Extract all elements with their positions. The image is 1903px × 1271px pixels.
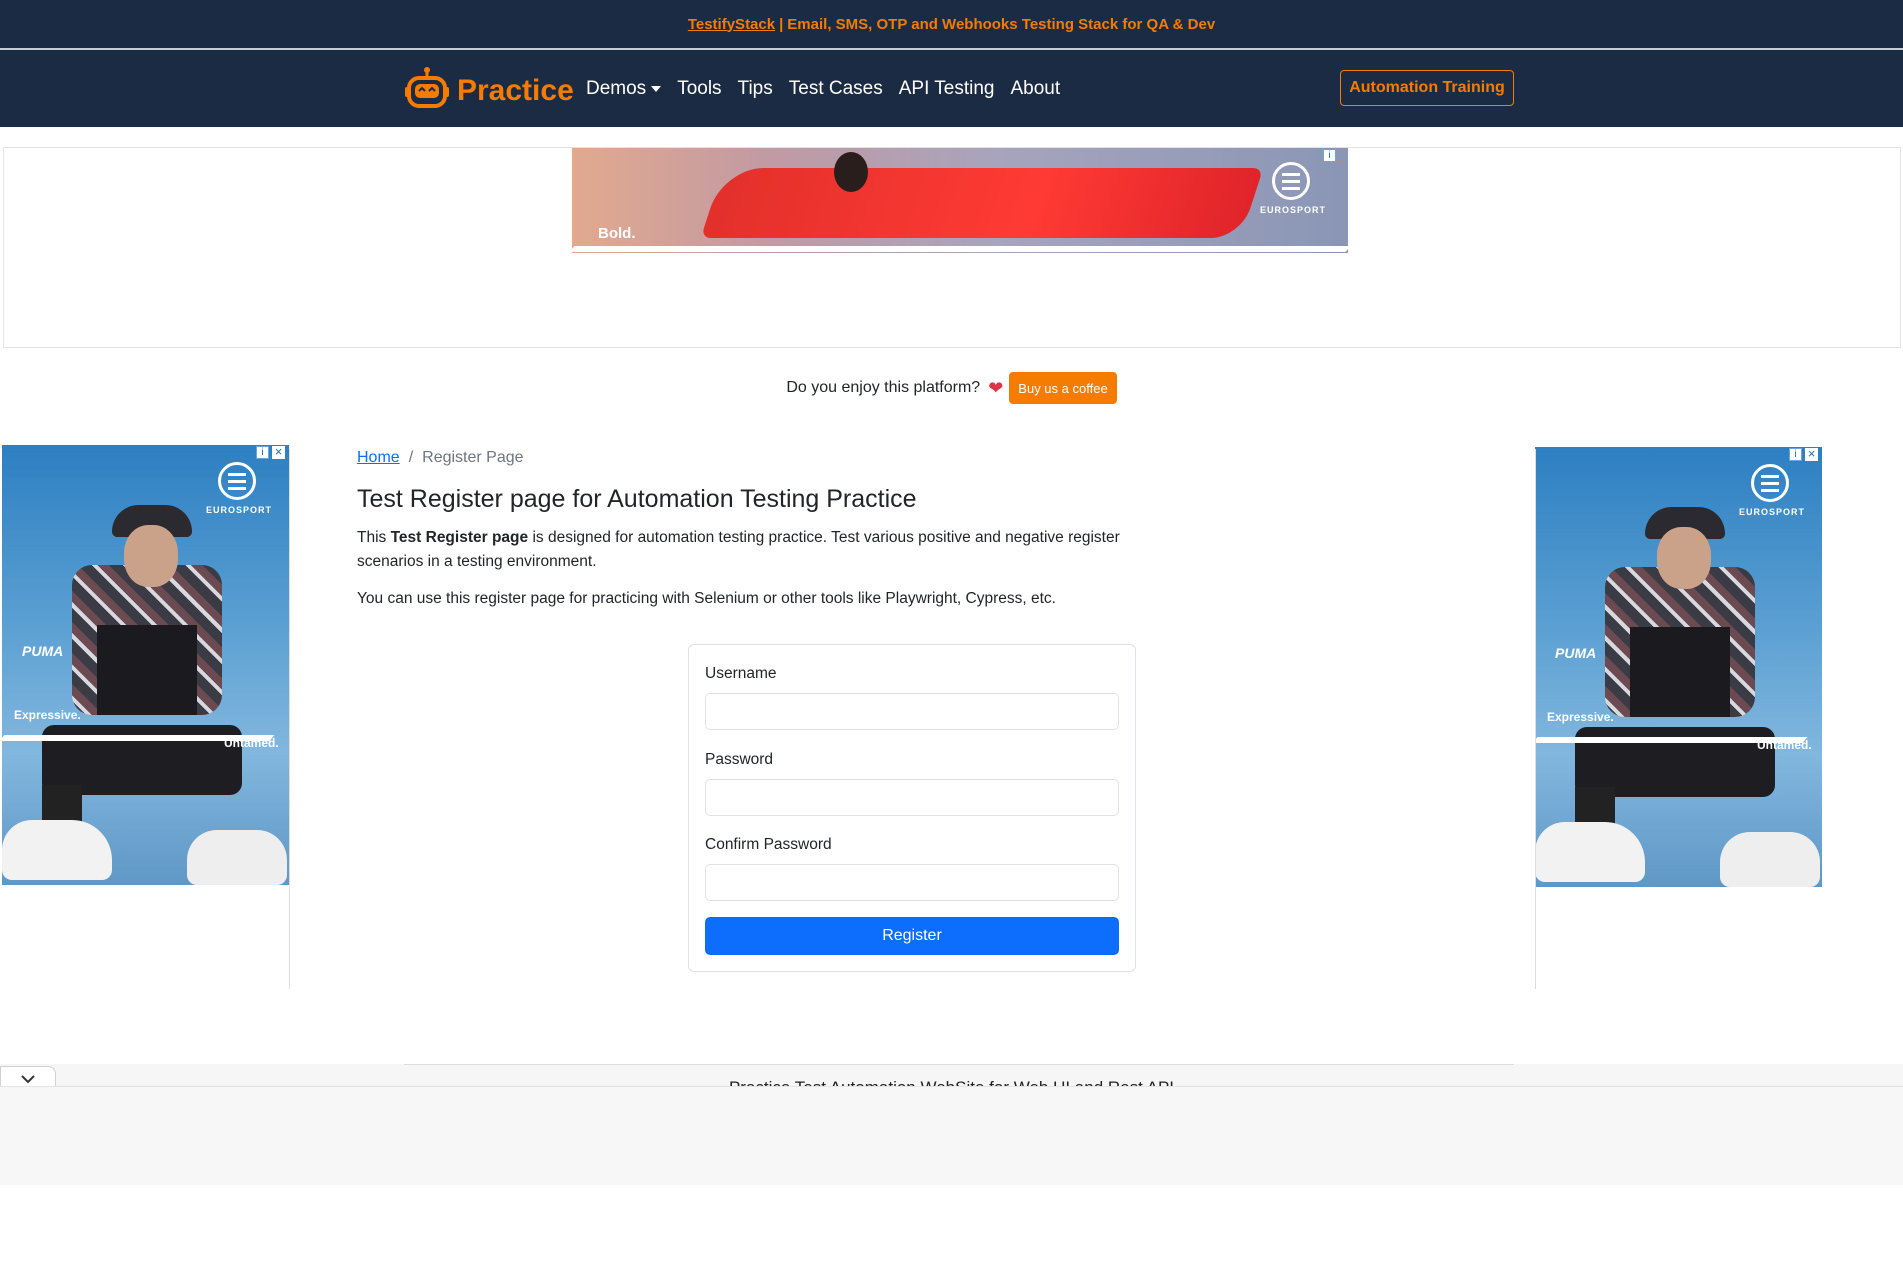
confirm-password-input[interactable]: [705, 864, 1119, 901]
password-input[interactable]: [705, 779, 1119, 816]
register-form-card: Username Password Confirm Password Regis…: [688, 644, 1136, 972]
nav-demos-label: Demos: [586, 78, 647, 99]
buy-coffee-button[interactable]: Buy us a coffee: [1009, 372, 1117, 404]
left-side-ad[interactable]: EUROSPORT PUMA Expressive. Untamed. i ×: [2, 445, 289, 885]
announcement-separator: |: [779, 15, 784, 33]
page-title: Test Register page for Automation Testin…: [357, 485, 917, 513]
ad-caption-expressive: Expressive.: [1547, 710, 1614, 724]
robot-logo-icon: [404, 66, 450, 115]
ad-model-shoe: [1720, 832, 1820, 887]
intro-text-start: This: [357, 529, 391, 546]
eurosport-wordmark: EUROSPORT: [1260, 205, 1327, 215]
breadcrumb-current: Register Page: [422, 449, 524, 466]
brand-name: Practice: [457, 73, 574, 107]
announcement-text: Email, SMS, OTP and Webhooks Testing Sta…: [787, 15, 1216, 33]
close-ad-icon[interactable]: ×: [272, 445, 285, 459]
ad-model-shoe: [2, 820, 112, 880]
ad-model-shoe: [187, 830, 287, 885]
main-navbar: Practice Demos Tools Tips Test Cases API…: [0, 50, 1903, 127]
adchoices-icon[interactable]: i: [256, 446, 269, 459]
heart-icon: ❤: [988, 377, 1004, 398]
nav-about[interactable]: About: [1011, 78, 1061, 100]
nav-links: Demos Tools Tips Test Cases API Testing …: [586, 78, 1076, 100]
nav-test-cases[interactable]: Test Cases: [789, 78, 883, 100]
puma-logo: PUMA: [1555, 645, 1597, 661]
anchor-ad-strip: [0, 1086, 1903, 1185]
footer-divider: [404, 1064, 1514, 1065]
eurosport-wordmark: EUROSPORT: [1739, 507, 1806, 517]
ad-athlete-head: [834, 152, 868, 192]
username-input[interactable]: [705, 693, 1119, 730]
register-button[interactable]: Register: [705, 917, 1119, 955]
intro-paragraph: This Test Register page is designed for …: [357, 526, 1157, 574]
ad-model-shirt: [97, 625, 197, 715]
breadcrumb-divider: /: [408, 449, 414, 466]
brand-link[interactable]: Practice: [404, 66, 574, 115]
automation-training-button[interactable]: Automation Training: [1340, 70, 1514, 106]
puma-logo: PUMA: [22, 643, 64, 659]
ad-caption-untamed: Untamed.: [1757, 738, 1812, 752]
footer: Practice Test Automation WebSite for Web…: [0, 1064, 1903, 1086]
top-ad-caption: Bold.: [598, 225, 636, 242]
caret-down-icon: [651, 86, 662, 92]
nav-tools[interactable]: Tools: [677, 78, 721, 100]
nav-demos-dropdown[interactable]: Demos: [586, 78, 662, 100]
left-ad-frame: [289, 449, 290, 989]
ad-model-shoe: [1535, 822, 1645, 882]
ad-stripe: [572, 246, 1348, 252]
right-ad-frame: [1535, 449, 1536, 989]
eurosport-logo-icon: [1272, 162, 1310, 200]
intro-text-bold: Test Register page: [390, 529, 529, 546]
eurosport-logo-icon: [1751, 464, 1789, 502]
ad-model-shirt: [1630, 627, 1730, 717]
breadcrumb-home-link[interactable]: Home: [357, 449, 400, 467]
close-ad-icon[interactable]: ×: [1805, 447, 1818, 461]
tools-paragraph: You can use this register page for pract…: [357, 590, 1056, 607]
right-side-ad[interactable]: EUROSPORT PUMA Expressive. Untamed. i ×: [1535, 447, 1822, 887]
adchoices-icon[interactable]: i: [1789, 448, 1802, 461]
eurosport-wordmark: EUROSPORT: [206, 505, 273, 515]
username-label: Username: [705, 665, 777, 682]
top-ad-banner[interactable]: Bold. EUROSPORT i: [572, 148, 1348, 253]
eurosport-logo-icon: [218, 462, 256, 500]
nav-api-testing[interactable]: API Testing: [899, 78, 995, 100]
testifystack-link[interactable]: TestifyStack: [688, 16, 775, 33]
confirm-password-label: Confirm Password: [705, 836, 832, 853]
announcement-bar: TestifyStack | Email, SMS, OTP and Webho…: [0, 0, 1903, 50]
support-text: Do you enjoy this platform?: [786, 379, 981, 396]
adchoices-icon[interactable]: i: [1323, 149, 1336, 162]
ad-model-face: [1657, 527, 1711, 589]
ad-caption-expressive: Expressive.: [14, 708, 81, 722]
support-row: Do you enjoy this platform? ❤ Buy us a c…: [0, 372, 1903, 404]
ad-athlete-image: [700, 168, 1264, 238]
password-label: Password: [705, 751, 774, 768]
nav-tips[interactable]: Tips: [738, 78, 773, 100]
ad-model-face: [124, 525, 178, 587]
ad-caption-untamed: Untamed.: [224, 736, 279, 750]
footer-text: Practice Test Automation WebSite for Web…: [0, 1078, 1903, 1086]
breadcrumb: Home / Register Page: [357, 449, 524, 467]
